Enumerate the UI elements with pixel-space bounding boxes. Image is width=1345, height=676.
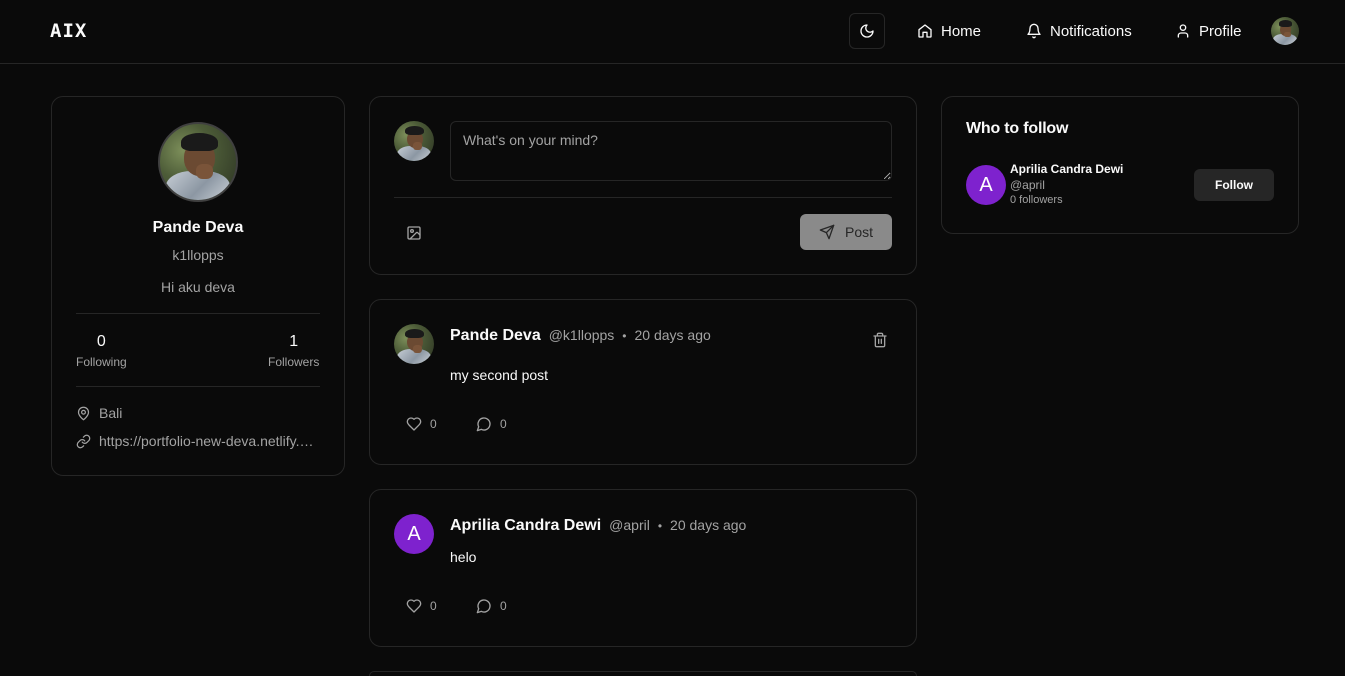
- post-separator: •: [657, 519, 663, 533]
- location-text: Bali: [99, 405, 123, 421]
- image-icon: [407, 226, 421, 240]
- post-author-handle: @april: [609, 517, 650, 533]
- link-icon: [76, 434, 91, 448]
- post-input[interactable]: [450, 121, 892, 181]
- who-to-follow-title: Who to follow: [966, 120, 1069, 137]
- profile-bio: Hi aku deva: [161, 279, 235, 295]
- following-count: 0: [96, 333, 106, 350]
- like-count: 0: [430, 417, 437, 431]
- comment-button[interactable]: 0: [476, 598, 507, 614]
- heart-icon: [406, 599, 422, 613]
- who-to-follow-card: Who to follow A Aprilia Candra Dewi @apr…: [941, 96, 1299, 234]
- nav-notifications-link[interactable]: Notifications: [1026, 21, 1132, 41]
- nav-profile-link[interactable]: Profile: [1175, 21, 1242, 41]
- message-circle-icon: [476, 599, 491, 614]
- followers-label: Followers: [268, 355, 320, 369]
- post-header: Pande Deva @k1llopps • 20 days ago: [450, 327, 711, 345]
- website-link[interactable]: https://portfolio-new-deva.netlify.app: [99, 433, 314, 449]
- user-avatar[interactable]: [1271, 17, 1299, 45]
- post-button-label: Post: [844, 224, 873, 240]
- post-content: helo: [450, 549, 477, 565]
- composer-divider: [394, 197, 892, 198]
- post-separator: •: [622, 329, 627, 343]
- comment-button[interactable]: 0: [476, 416, 507, 432]
- composer-avatar: [394, 121, 434, 161]
- website-row[interactable]: https://portfolio-new-deva.netlify.app: [76, 433, 316, 449]
- composer-card: Post: [369, 96, 917, 275]
- suggested-user-followers: 0 followers: [1010, 194, 1063, 206]
- post-author-name[interactable]: Pande Deva: [450, 327, 541, 345]
- moon-icon: [860, 24, 874, 38]
- follow-button[interactable]: Follow: [1194, 169, 1274, 201]
- post-content: my second post: [450, 367, 549, 383]
- app-logo[interactable]: AIX: [50, 20, 87, 42]
- profile-divider: [76, 313, 320, 314]
- bell-icon: [1027, 23, 1041, 39]
- theme-toggle-button[interactable]: [849, 13, 885, 49]
- post-author-avatar[interactable]: A: [394, 514, 434, 554]
- home-icon: [918, 24, 932, 38]
- like-button[interactable]: 0: [406, 416, 437, 432]
- heart-icon: [406, 417, 422, 431]
- profile-card: Pande Deva k1llopps Hi aku deva 0 Follow…: [51, 96, 345, 476]
- profile-name[interactable]: Pande Deva: [52, 219, 344, 237]
- map-pin-icon: [77, 406, 90, 420]
- message-circle-icon: [476, 417, 491, 432]
- post-author-name[interactable]: Aprilia Candra Dewi: [450, 517, 601, 535]
- like-count: 0: [430, 599, 437, 613]
- followers-count: 1: [289, 333, 299, 350]
- nav-home-link[interactable]: Home: [917, 21, 981, 41]
- post-timestamp: 20 days ago: [634, 327, 711, 343]
- post-timestamp: 20 days ago: [670, 517, 747, 533]
- location-row: Bali: [76, 405, 316, 421]
- profile-divider: [76, 386, 320, 387]
- post-card: [369, 671, 917, 676]
- comment-count: 0: [500, 417, 507, 431]
- suggested-user-avatar[interactable]: A: [966, 165, 1006, 205]
- followers-stat[interactable]: 1 Followers: [268, 333, 319, 369]
- post-header: Aprilia Candra Dewi @april • 20 days ago: [450, 517, 746, 535]
- add-image-button[interactable]: [398, 221, 430, 245]
- profile-avatar[interactable]: [158, 122, 238, 202]
- suggested-user-handle: @april: [1010, 178, 1045, 192]
- post-card: A Aprilia Candra Dewi @april • 20 days a…: [369, 489, 917, 647]
- comment-count: 0: [500, 599, 507, 613]
- post-button[interactable]: Post: [800, 214, 892, 250]
- like-button[interactable]: 0: [406, 598, 437, 614]
- nav-profile-label: Profile: [1199, 22, 1242, 40]
- send-icon: [819, 224, 835, 240]
- post-author-avatar[interactable]: [394, 324, 434, 364]
- following-stat[interactable]: 0 Following: [76, 333, 127, 369]
- navbar: AIX Home Notifications Profile: [0, 0, 1345, 64]
- trash-icon[interactable]: [872, 332, 888, 348]
- post-card: Pande Deva @k1llopps • 20 days ago my se…: [369, 299, 917, 465]
- nav-notifications-label: Notifications: [1050, 22, 1132, 40]
- following-label: Following: [76, 355, 127, 369]
- nav-home-label: Home: [941, 22, 982, 40]
- profile-username: k1llopps: [172, 247, 224, 263]
- post-author-handle: @k1llopps: [548, 327, 615, 343]
- suggested-user-name[interactable]: Aprilia Candra Dewi: [1010, 162, 1123, 176]
- user-icon: [1177, 24, 1189, 38]
